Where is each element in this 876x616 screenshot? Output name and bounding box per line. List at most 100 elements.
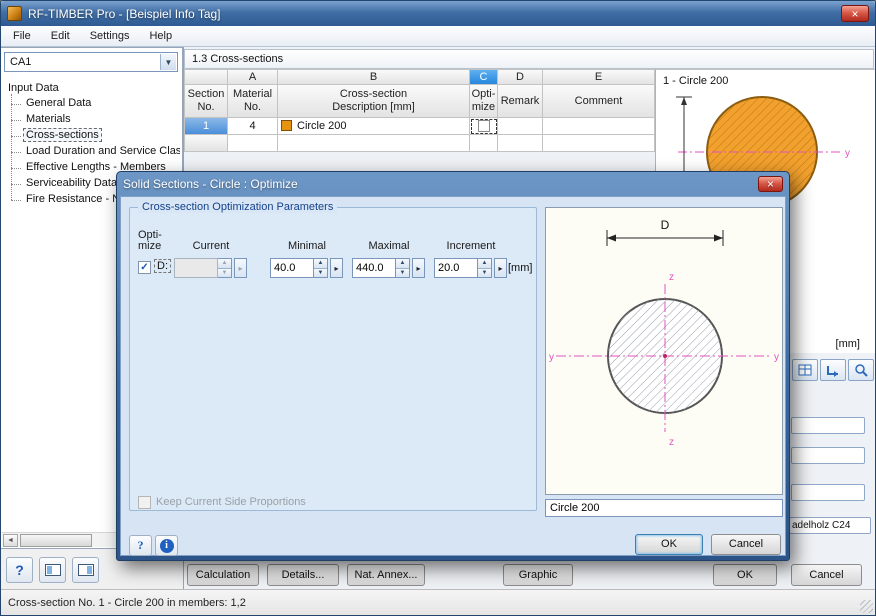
keep-proportions-checkbox[interactable] xyxy=(138,496,151,509)
dialog-close-button[interactable]: × xyxy=(758,176,783,192)
tree-item-label: Cross-sections xyxy=(23,128,102,142)
case-combobox[interactable]: CA1 ▼ xyxy=(4,52,178,72)
info-field-2[interactable] xyxy=(791,447,865,464)
preview-unit-label: [mm] xyxy=(835,338,860,350)
header-line: Material xyxy=(232,88,273,100)
tree-item-load-duration[interactable]: Load Duration and Service Clas xyxy=(5,144,180,160)
row-header-2[interactable] xyxy=(184,135,228,152)
row-header-1[interactable]: 1 xyxy=(184,118,228,135)
dimension-toggle-button[interactable] xyxy=(820,359,846,381)
cell-description-text: Circle 200 xyxy=(297,120,347,132)
column-letter-e[interactable]: E xyxy=(543,69,655,85)
section-values-button[interactable] xyxy=(792,359,818,381)
window-close-button[interactable]: × xyxy=(841,5,869,22)
cell-description[interactable]: Circle 200 xyxy=(278,118,470,135)
maximal-more-button[interactable]: ▸ xyxy=(412,258,425,278)
header-description: Cross-section Description [mm] xyxy=(278,85,470,118)
zoom-button[interactable] xyxy=(848,359,874,381)
menu-edit[interactable]: Edit xyxy=(41,26,80,46)
spin-up-icon[interactable]: ▲ xyxy=(478,259,491,269)
question-icon: ? xyxy=(137,538,144,552)
empty-cell[interactable] xyxy=(228,135,278,152)
empty-cell[interactable] xyxy=(278,135,470,152)
table-row-empty xyxy=(184,135,655,152)
optimization-parameters-group: Cross-section Optimization Parameters Op… xyxy=(129,201,537,511)
arrow-right-icon xyxy=(714,234,723,242)
dimension-icon xyxy=(827,366,838,377)
dialog-ok-button[interactable]: OK xyxy=(635,534,703,555)
empty-cell[interactable] xyxy=(543,135,655,152)
calculation-button[interactable]: Calculation xyxy=(187,564,259,586)
column-letter-d[interactable]: D xyxy=(498,69,543,85)
spin-up-icon[interactable]: ▲ xyxy=(314,259,327,269)
main-ok-button[interactable]: OK xyxy=(713,564,777,586)
arrow-up-icon xyxy=(681,97,687,105)
section-name-field[interactable] xyxy=(545,499,783,517)
case-combobox-value: CA1 xyxy=(10,56,32,68)
menu-help[interactable]: Help xyxy=(139,26,182,46)
details-button[interactable]: Details... xyxy=(267,564,339,586)
info-field-1[interactable] xyxy=(791,417,865,434)
window-titlebar[interactable]: RF-TIMBER Pro - [Beispiel Info Tag] × xyxy=(1,1,875,26)
help-button[interactable]: ? xyxy=(6,557,33,583)
table-corner-cell[interactable] xyxy=(184,69,228,85)
spinner-buttons: ▲ ▼ xyxy=(478,258,492,278)
spin-down-icon[interactable]: ▼ xyxy=(314,268,327,277)
tree-root-input-data[interactable]: Input Data xyxy=(5,80,180,96)
resize-grip[interactable] xyxy=(860,600,873,613)
grid-icon xyxy=(798,364,812,376)
spin-down-icon[interactable]: ▼ xyxy=(396,268,409,277)
dialog-help-button[interactable]: ? xyxy=(129,535,152,556)
spin-up-icon[interactable]: ▲ xyxy=(396,259,409,269)
close-icon: × xyxy=(766,177,774,191)
increment-more-button[interactable]: ▸ xyxy=(494,258,507,278)
scroll-left-icon[interactable]: ◄ xyxy=(3,533,18,547)
cell-optimize[interactable] xyxy=(470,118,498,135)
empty-cell[interactable] xyxy=(470,135,498,152)
tree-item-cross-sections[interactable]: Cross-sections xyxy=(5,128,180,144)
tree-item-general-data[interactable]: General Data xyxy=(5,96,180,112)
minimal-spinbox: ▲▼ ▸ xyxy=(270,258,343,278)
column-letter-a[interactable]: A xyxy=(228,69,278,85)
menu-file[interactable]: File xyxy=(3,26,41,46)
increment-input[interactable] xyxy=(434,258,478,278)
dialog-cancel-button[interactable]: Cancel xyxy=(711,534,781,555)
toggle-panel-right-button[interactable] xyxy=(72,557,99,583)
maximal-input[interactable] xyxy=(352,258,396,278)
info-field-3[interactable] xyxy=(791,484,865,501)
graphic-button[interactable]: Graphic xyxy=(503,564,573,586)
cell-material-no[interactable]: 4 xyxy=(228,118,278,135)
spin-down-icon[interactable]: ▼ xyxy=(218,268,231,277)
axis-z-label-top: z xyxy=(669,272,674,283)
dialog-info-button[interactable]: i xyxy=(155,535,178,556)
current-input[interactable] xyxy=(174,258,218,278)
cell-remark[interactable] xyxy=(498,118,543,135)
column-letter-b[interactable]: B xyxy=(278,69,470,85)
status-bar: Cross-section No. 1 - Circle 200 in memb… xyxy=(1,589,875,615)
toggle-panel-left-button[interactable] xyxy=(39,557,66,583)
magnifier-icon xyxy=(855,364,868,377)
spin-down-icon[interactable]: ▼ xyxy=(478,268,491,277)
section-diagram-panel: D y y z z xyxy=(545,207,783,495)
main-cancel-button[interactable]: Cancel xyxy=(791,564,862,586)
optimize-d-checkbox[interactable]: ✓ xyxy=(138,261,151,274)
current-more-button[interactable]: ▸ xyxy=(234,258,247,278)
column-letter-c[interactable]: C xyxy=(470,69,498,85)
cell-comment[interactable] xyxy=(543,118,655,135)
menu-settings[interactable]: Settings xyxy=(80,26,140,46)
chevron-down-icon[interactable]: ▼ xyxy=(160,54,176,70)
dialog-titlebar[interactable]: Solid Sections - Circle : Optimize × xyxy=(120,172,786,196)
cross-sections-table: A B C D E Section No. Material No. Cross… xyxy=(184,69,655,152)
scrollbar-thumb[interactable] xyxy=(20,533,92,547)
tree-item-materials[interactable]: Materials xyxy=(5,112,180,128)
optimize-checkbox[interactable] xyxy=(477,120,490,132)
nat-annex-button[interactable]: Nat. Annex... xyxy=(347,564,425,586)
unit-label: [mm] xyxy=(508,262,533,274)
minimal-more-button[interactable]: ▸ xyxy=(330,258,343,278)
material-field[interactable]: adelholz C24 xyxy=(789,517,871,534)
question-icon: ? xyxy=(15,562,24,578)
empty-cell[interactable] xyxy=(498,135,543,152)
minimal-input[interactable] xyxy=(270,258,314,278)
table-row: 1 4 Circle 200 xyxy=(184,118,655,135)
spin-up-icon[interactable]: ▲ xyxy=(218,259,231,269)
